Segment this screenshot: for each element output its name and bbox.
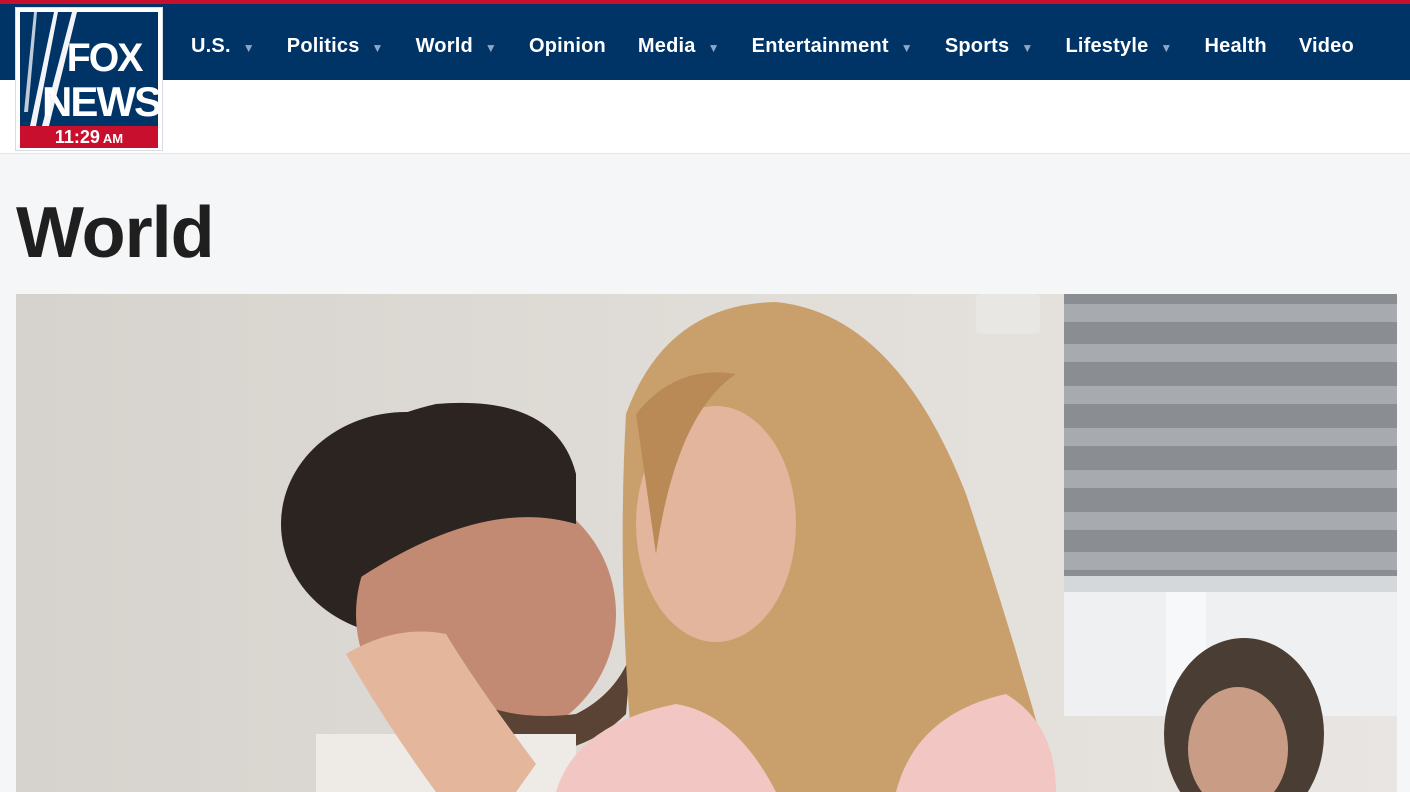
nav-item-health[interactable]: Health (1188, 8, 1282, 84)
clock-time: 11:29 (54, 127, 100, 147)
page-title: World (16, 193, 215, 273)
nav-item-world[interactable]: World ▼ (400, 8, 513, 84)
caret-down-icon: ▼ (242, 40, 255, 55)
nav-item-lifestyle[interactable]: Lifestyle ▼ (1049, 8, 1188, 84)
logo-clock: 11:29 AM (20, 126, 158, 148)
nav-item-entertainment[interactable]: Entertainment ▼ (736, 8, 929, 84)
logo-fox-text: FOX (66, 36, 144, 80)
nav-label: Entertainment (751, 34, 889, 57)
nav-label: Media (637, 34, 696, 57)
logo-emblem: FOX NEWS (20, 12, 158, 126)
subheader-bar (0, 80, 1410, 154)
nav-label: Video (1298, 34, 1354, 57)
nav-label: World (415, 34, 473, 57)
nav-item-opinion[interactable]: Opinion (513, 8, 622, 84)
nav-label: Lifestyle (1065, 34, 1149, 57)
hero-image[interactable] (16, 294, 1397, 792)
nav-item-media[interactable]: Media ▼ (622, 8, 736, 84)
nav-label: Health (1204, 34, 1267, 57)
caret-down-icon: ▼ (900, 40, 913, 55)
nav-item-politics[interactable]: Politics ▼ (271, 8, 400, 84)
logo-news-text: NEWS (42, 78, 158, 125)
caret-down-icon: ▼ (1160, 40, 1173, 55)
hero-photo (16, 294, 1397, 792)
top-navigation-bar: U.S. ▼ Politics ▼ World ▼ Opinion Media ▼ En… (0, 0, 1410, 80)
caret-down-icon: ▼ (371, 40, 384, 55)
clock-ampm: AM (102, 131, 124, 146)
nav-item-sports[interactable]: Sports ▼ (929, 8, 1050, 84)
nav-label: Opinion (528, 34, 606, 57)
caret-down-icon: ▼ (1021, 40, 1034, 55)
main-nav: U.S. ▼ Politics ▼ World ▼ Opinion Media ▼ En… (175, 8, 1370, 84)
nav-label: Sports (944, 34, 1010, 57)
nav-label: U.S. (191, 34, 231, 57)
nav-item-us[interactable]: U.S. ▼ (175, 8, 271, 84)
nav-label: Politics (286, 34, 360, 57)
caret-down-icon: ▼ (707, 40, 720, 55)
caret-down-icon: ▼ (484, 40, 497, 55)
fox-news-logo[interactable]: FOX NEWS 11:29 AM (16, 8, 162, 150)
nav-item-video[interactable]: Video (1283, 8, 1370, 84)
